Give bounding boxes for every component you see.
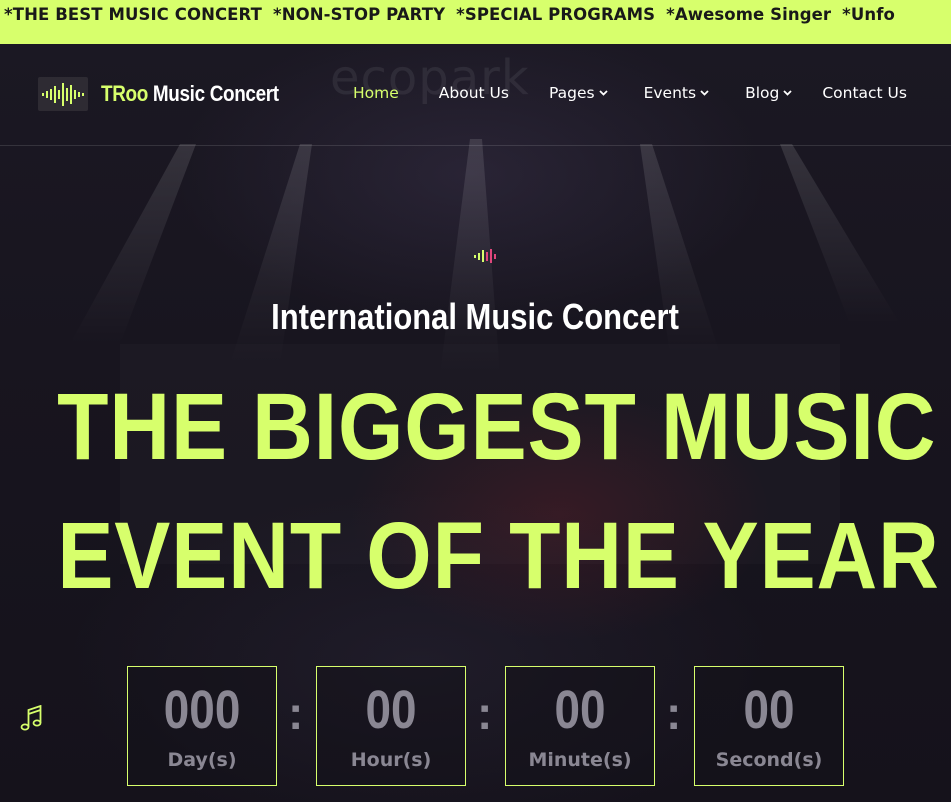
countdown-label: Second(s): [715, 749, 823, 771]
nav-label: Pages: [548, 84, 595, 102]
music-note-icon[interactable]: [20, 705, 44, 733]
nav-label: Contact Us: [822, 84, 907, 102]
nav-item-home[interactable]: Home: [353, 84, 399, 102]
chevron-down-icon: [700, 90, 709, 96]
countdown-seconds: 00 Second(s): [694, 666, 844, 786]
sound-wave-icon: [42, 83, 84, 106]
countdown-value: 00: [365, 680, 417, 740]
countdown-days: 000 Day(s): [127, 666, 277, 786]
nav-label: Events: [643, 84, 697, 102]
nav-label: Home: [353, 84, 399, 102]
nav-item-pages[interactable]: Pages: [549, 84, 608, 102]
nav-item-contact-us[interactable]: Contact Us: [822, 84, 907, 102]
hero-subtitle: International Music Concert: [0, 296, 951, 338]
hero-headline-text: THE BIGGEST MUSIC: [57, 374, 937, 480]
hero-headline-line-2: EVENT OF THE YEAR: [0, 509, 951, 604]
nav-label: About Us: [438, 84, 509, 102]
site-header: TRoo Music Concert Home About Us Pages E…: [0, 44, 951, 146]
logo-name: Music Concert: [147, 81, 279, 106]
nav-label: Blog: [745, 84, 780, 102]
marquee-item: *Awesome Singer: [666, 5, 832, 24]
chevron-down-icon: [598, 90, 608, 96]
nav-item-events[interactable]: Events: [644, 84, 709, 102]
countdown-hours: 00 Hour(s): [316, 666, 466, 786]
marquee-item: *THE BEST MUSIC CONCERT: [4, 5, 262, 24]
countdown-separator: :: [288, 687, 304, 739]
countdown-value: 00: [743, 680, 795, 740]
nav-item-blog[interactable]: Blog: [745, 84, 792, 102]
countdown-separator: :: [477, 687, 493, 739]
equalizer-icon: [474, 249, 496, 263]
countdown-value: 000: [163, 680, 241, 740]
logo[interactable]: [38, 77, 88, 111]
countdown-separator: :: [666, 687, 682, 739]
hero-headline-text: EVENT OF THE YEAR: [57, 503, 940, 609]
countdown-value: 00: [554, 680, 606, 740]
marquee-item: *NON-STOP PARTY: [272, 5, 446, 24]
logo-text[interactable]: TRoo Music Concert: [101, 81, 279, 107]
main-nav: Home About Us Pages Events Blog Contact …: [353, 84, 907, 102]
countdown-minutes: 00 Minute(s): [505, 666, 655, 786]
announcement-marquee: *THE BEST MUSIC CONCERT *NON-STOP PARTY …: [0, 0, 951, 44]
chevron-down-icon: [783, 90, 792, 96]
hero-headline-line-1: THE BIGGEST MUSIC: [0, 380, 951, 475]
countdown-label: Hour(s): [350, 749, 432, 771]
countdown-label: Day(s): [167, 749, 237, 771]
nav-item-about-us[interactable]: About Us: [439, 84, 509, 102]
countdown-label: Minute(s): [528, 749, 632, 771]
logo-accent: TRoo: [101, 81, 148, 106]
marquee-item: *Unfo: [842, 5, 895, 24]
marquee-item: *SPECIAL PROGRAMS: [456, 5, 656, 24]
hero-subtitle-text: International Music Concert: [271, 296, 680, 337]
